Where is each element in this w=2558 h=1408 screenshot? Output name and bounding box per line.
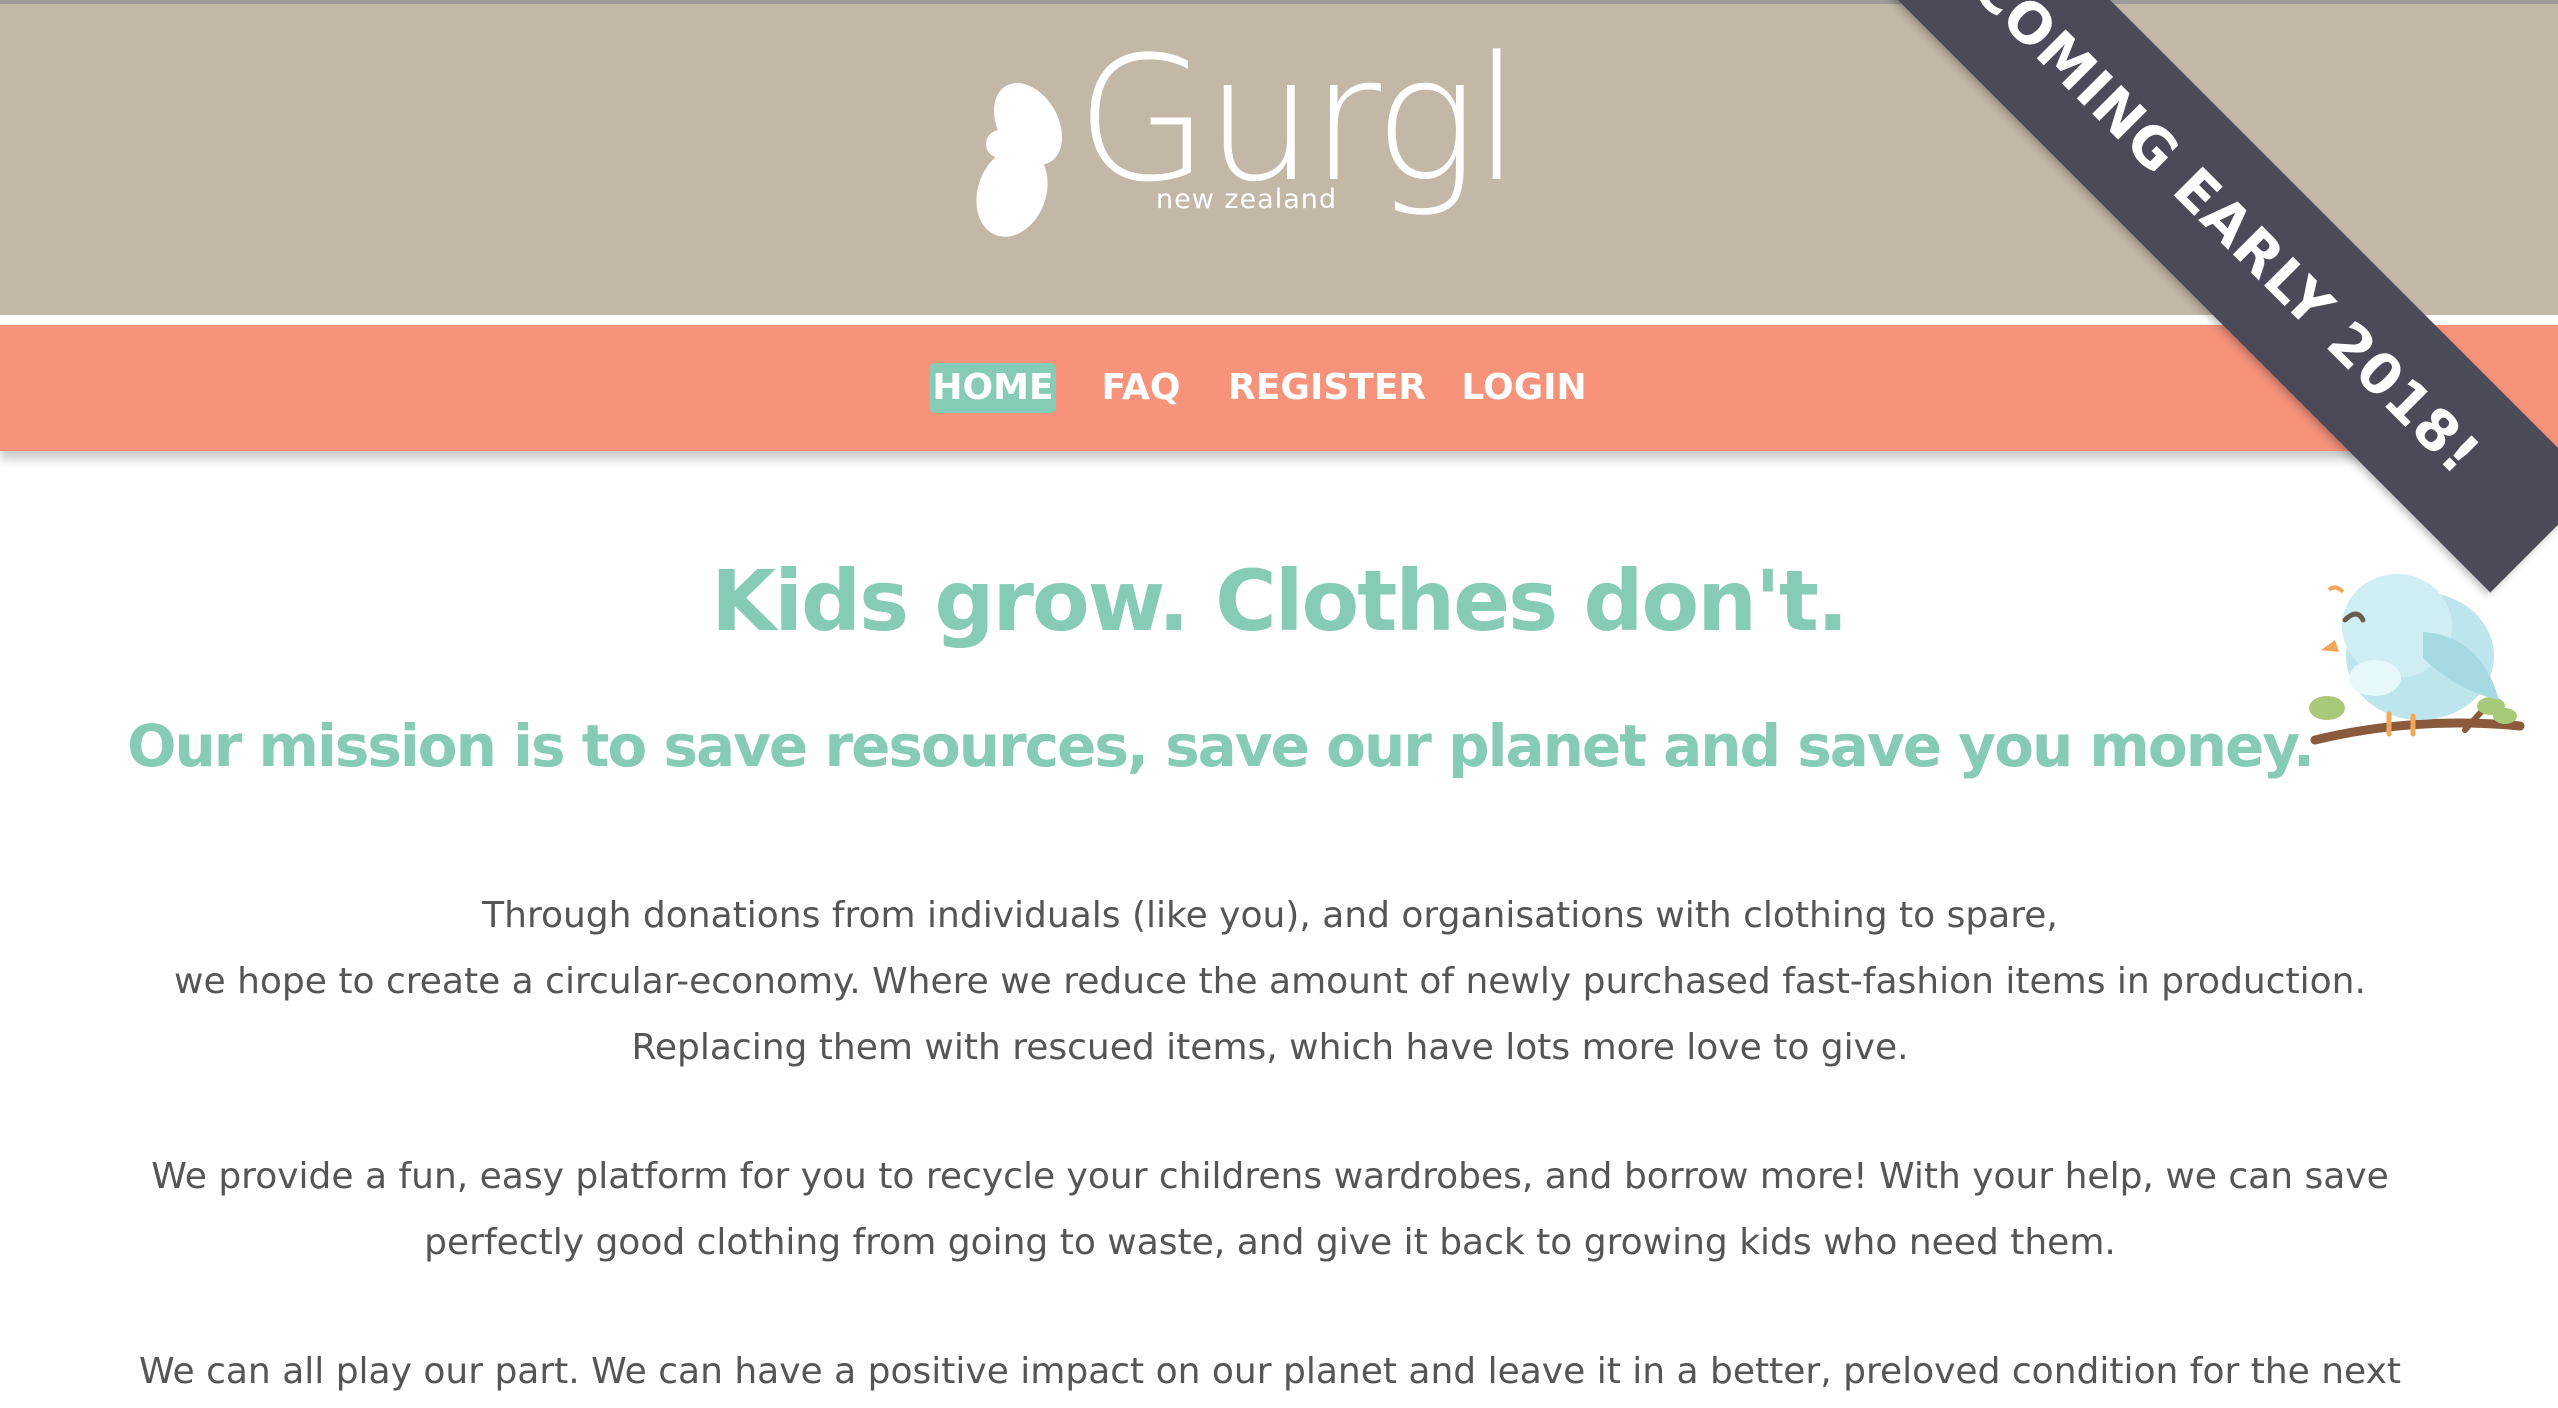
nav-item-login[interactable]: LOGIN [1459,363,1589,413]
pacifier-icon [976,83,1063,237]
header-divider [0,315,2558,325]
main-content: Kids grow. Clothes don't. Our mission is… [0,451,2558,1408]
impact-paragraph: We can all play our part. We can have a … [139,1351,2401,1392]
intro-paragraph: Through donations from individuals (like… [110,883,2430,1081]
nav-item-faq[interactable]: FAQ [1097,363,1185,413]
page-headline: Kids grow. Clothes don't. [711,552,1849,650]
mission-statement: Our mission is to save resources, save o… [127,712,2315,780]
platform-paragraph: We provide a fun, easy platform for you … [151,1156,2389,1263]
logo[interactable]: Gurgl new zealand [970,34,1521,274]
logo-wordmark: Gurgl [1076,19,1521,220]
intro-line-1: Through donations from individuals (like… [482,895,2058,936]
intro-line-2: we hope to create a circular-economy. Wh… [174,961,2366,1068]
logo-subtitle: new zealand [1156,184,1338,215]
main-nav: HOME FAQ REGISTER LOGIN [0,325,2558,451]
nav-item-register[interactable]: REGISTER [1228,363,1426,413]
nav-item-home[interactable]: HOME [930,363,1056,413]
